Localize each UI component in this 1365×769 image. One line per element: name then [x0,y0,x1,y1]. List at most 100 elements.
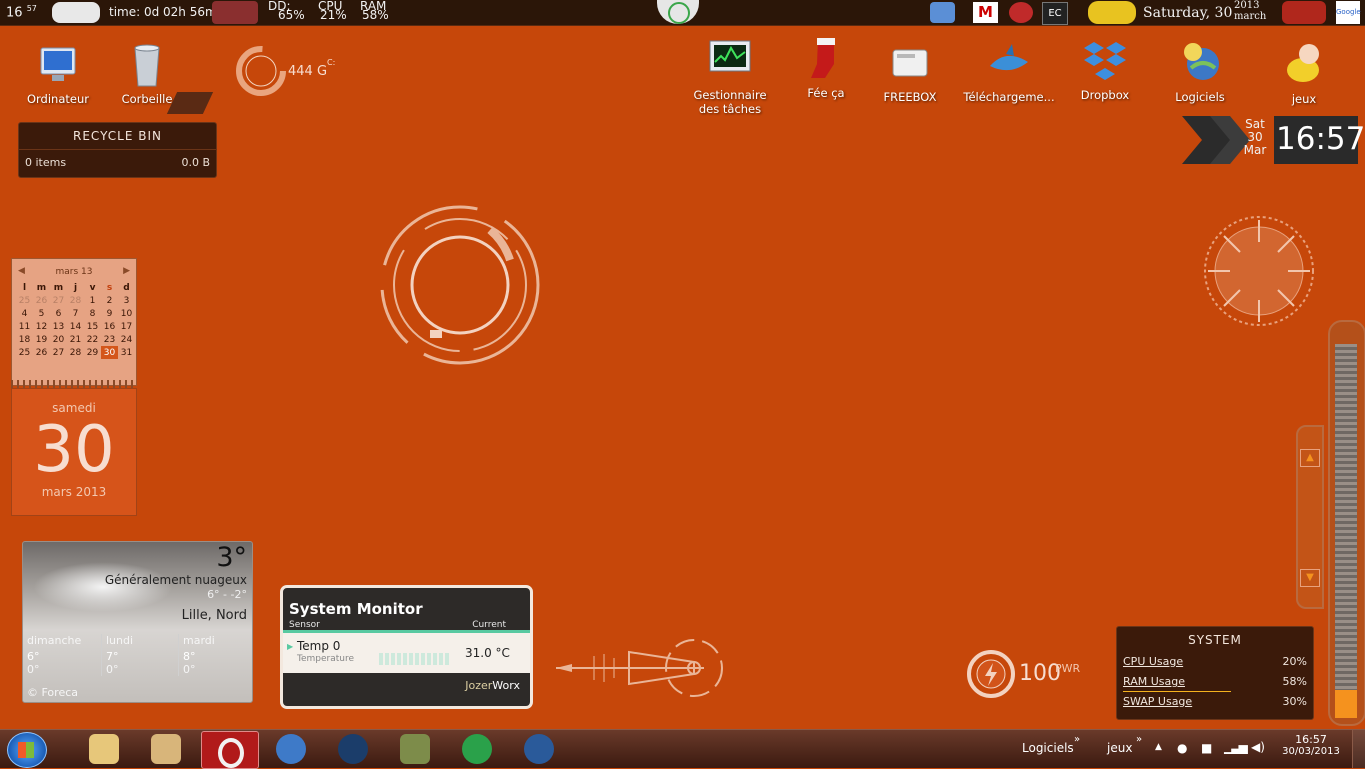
sensor-name: Temp 0 [297,639,341,653]
calendar-day[interactable]: 21 [67,333,84,346]
calendar-day[interactable]: 6 [50,307,67,320]
forecast-day-name: mardi [183,634,215,647]
calendar-day[interactable]: 16 [101,320,118,333]
taskbar: Logiciels » jeux » ▲ ● ■ ▁▃▅ ◀) 16:57 30… [0,729,1365,769]
explorer-icon[interactable] [89,734,119,764]
desktop-icon-ordinateur[interactable]: Ordinateur [10,42,106,106]
calendar-day[interactable]: 28 [67,346,84,359]
taskbar-clock[interactable]: 16:57 30/03/2013 [1281,733,1341,757]
calendar-day[interactable]: 7 [67,307,84,320]
recycle-bin-gadget: RECYCLE BIN 0 items 0.0 B [18,122,217,178]
desktop-icon-label: Fée ça [807,86,845,100]
calendar-day[interactable]: 26 [33,346,50,359]
calendar-day[interactable]: 28 [67,294,84,307]
forecast-day: mardi 8° 0° [178,634,252,676]
tray-drop-icon[interactable]: ● [1177,741,1187,755]
media-app-icon[interactable] [524,734,554,764]
weather-range: 6° - -2° [207,588,247,601]
calendar-day[interactable]: 13 [50,320,67,333]
show-desktop-button[interactable] [1352,730,1365,768]
stocking-icon [803,36,849,82]
topbar-clock-minutes: 57 [26,4,37,13]
usage-row-swap: SWAP Usage 30% [1117,691,1313,711]
desktop-icon-logiciels[interactable]: Logiciels [1152,38,1248,104]
desktop-icon-jeux[interactable]: jeux [1256,40,1352,106]
calendar-next-icon[interactable]: ▶ [123,266,130,276]
desktop-icon-dropbox[interactable]: Dropbox [1057,38,1153,102]
calendar-day[interactable]: 1 [84,294,101,307]
calendar-day[interactable]: 4 [16,307,33,320]
calendar-day[interactable]: 11 [16,320,33,333]
calendar-day[interactable]: 25 [16,294,33,307]
calendar-day[interactable]: 22 [84,333,101,346]
ball-icon[interactable] [1009,2,1033,23]
skull-game-icon[interactable] [462,734,492,764]
launcher-orb-icon[interactable] [657,0,699,24]
picture-viewer-icon[interactable] [151,734,181,764]
calendar-day[interactable]: 23 [101,333,118,346]
weather-credit[interactable]: © Foreca [27,686,78,699]
usage-label[interactable]: CPU Usage [1123,655,1183,671]
calendar-day[interactable]: 31 [118,346,135,359]
desktop-icon-freebox[interactable]: FREEBOX [862,40,958,104]
start-button[interactable] [7,732,47,768]
calendar-day[interactable]: 18 [16,333,33,346]
calendar-day[interactable]: 3 [118,294,135,307]
sensor-row[interactable]: ▶ Temp 0 Temperature 31.0 °C [283,633,530,673]
drive-meter-sub: C: [327,58,336,67]
calendar-weekday: m [53,282,64,293]
toolbar-jeux-chevron-icon[interactable]: » [1136,734,1142,745]
m-logo-icon[interactable]: M [973,2,998,23]
calendar-day-number: 30 [33,413,115,487]
calendar-day[interactable]: 19 [33,333,50,346]
toolbar-logiciels[interactable]: Logiciels [1022,741,1074,755]
calendar-day[interactable]: 10 [118,307,135,320]
crown-app-icon[interactable] [338,734,368,764]
calendar-day[interactable]: 24 [118,333,135,346]
usage-row-cpu: CPU Usage 20% [1117,651,1313,671]
vertical-level-gauge [1328,320,1365,726]
topbar-month: march [1234,11,1267,22]
tray-device-icon[interactable]: ■ [1201,741,1212,755]
network-signal-icon[interactable]: ▁▃▅ [1224,740,1248,754]
usage-label[interactable]: SWAP Usage [1123,695,1192,711]
toolbar-jeux[interactable]: jeux [1107,741,1132,755]
calendar-day[interactable]: 2 [101,294,118,307]
ec-icon[interactable]: EC [1042,2,1068,25]
desktop-icon-task-manager[interactable]: Gestionnaire des tâches [682,38,778,116]
calendar-day[interactable]: 25 [16,346,33,359]
calendar-day[interactable]: 17 [118,320,135,333]
calendar-prev-icon[interactable]: ◀ [18,266,25,276]
calendar-day[interactable]: 26 [33,294,50,307]
calendar-day[interactable]: 14 [67,320,84,333]
scroll-up-icon[interactable]: ▲ [1300,449,1320,467]
toolbar-logiciels-chevron-icon[interactable]: » [1074,734,1080,745]
calendar-day[interactable]: 8 [84,307,101,320]
calendar-day[interactable]: 20 [50,333,67,346]
scroll-down-icon[interactable]: ▼ [1300,569,1320,587]
calendar-day[interactable]: 15 [84,320,101,333]
rubik-icon[interactable] [930,2,955,23]
folder-globe-icon [1177,38,1223,84]
uptime-text: time: 0d 02h 56m [109,5,217,19]
calendar-day-today[interactable]: 30 [101,346,118,359]
plants-game-icon[interactable] [400,734,430,764]
desktop-icon-telechargement[interactable]: Téléchargeme... [961,40,1057,104]
calendar-day[interactable]: 5 [33,307,50,320]
calendar-day[interactable]: 12 [33,320,50,333]
opera-taskbar-button[interactable] [201,731,259,769]
google-icon[interactable]: Google [1336,1,1361,24]
chrome-icon[interactable] [276,734,306,764]
weather-gadget: 3° Généralement nuageux 6° - -2° Lille, … [22,541,253,703]
calendar-grid: l m m j v s d 25 26 27 28 1 2 3 4 5 6 7 … [16,281,135,359]
expand-arrow-icon[interactable]: ▶ [287,642,293,651]
tray-expand-icon[interactable]: ▲ [1155,742,1162,752]
calendar-day[interactable]: 9 [101,307,118,320]
calendar-day[interactable]: 29 [84,346,101,359]
volume-icon[interactable]: ◀) [1251,740,1265,754]
usage-label[interactable]: RAM Usage [1123,675,1185,691]
calendar-day[interactable]: 27 [50,346,67,359]
desktop-icon-fee-ca[interactable]: Fée ça [778,36,874,100]
calendar-day[interactable]: 27 [50,294,67,307]
sensor-sparkline [379,653,451,665]
